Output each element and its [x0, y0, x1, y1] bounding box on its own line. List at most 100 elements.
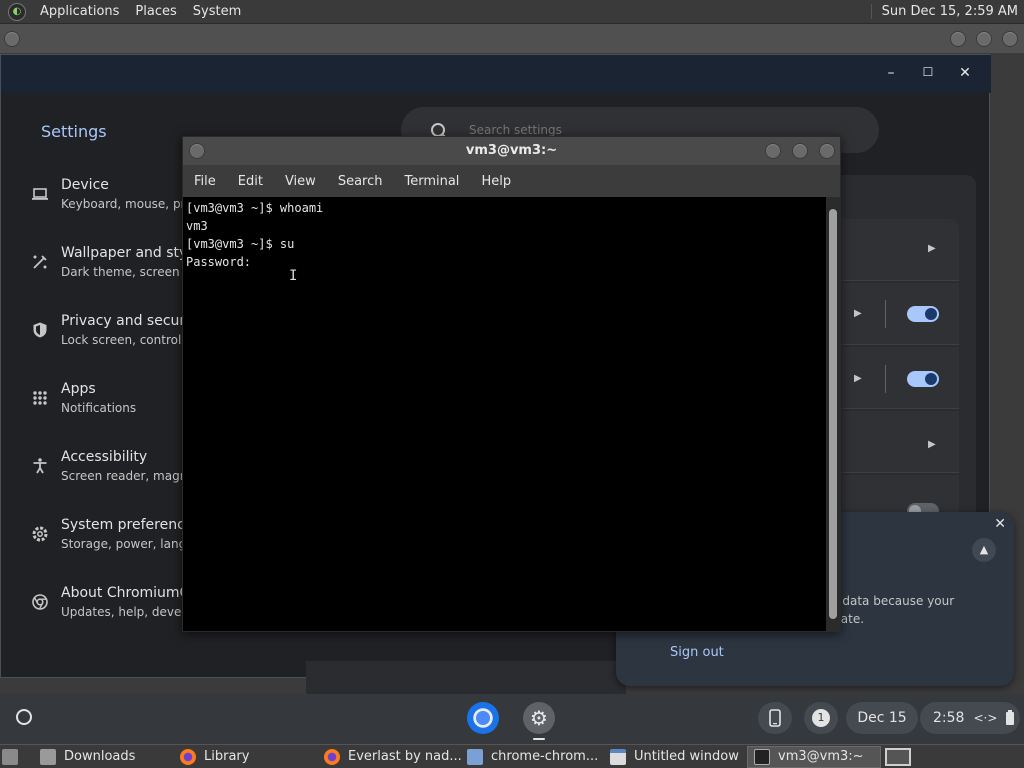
shield-icon [31, 321, 49, 339]
minimize-circle-icon[interactable] [765, 143, 781, 159]
panel-clock[interactable]: Sun Dec 15, 2:59 AM [870, 4, 1024, 19]
desktop-icon [2, 748, 18, 765]
notification-message-line: ur data because your [826, 594, 955, 608]
terminal-menubar: File Edit View Search Terminal Help [183, 165, 840, 197]
phone-icon [769, 709, 781, 727]
date-tray[interactable]: Dec 15 [846, 702, 918, 734]
maximize-circle-icon[interactable] [976, 31, 992, 47]
nav-system-preferences[interactable]: System preferences Storage, power, langu [1, 517, 201, 567]
task-label: Untitled window [634, 749, 739, 764]
notification-message: ur data because your l date. [826, 592, 1006, 628]
terminal-titlebar[interactable]: vm3@vm3:~ [183, 137, 840, 165]
toggle-switch-on[interactable] [907, 371, 939, 387]
app-window-icon [467, 748, 483, 765]
chromeos-shelf: ⚙ 1 Dec 15 2:58 <·> [0, 694, 1024, 744]
toggle-switch-on[interactable] [907, 306, 939, 322]
window-icon [610, 748, 626, 765]
search-input[interactable] [469, 123, 829, 137]
notification-counter-button[interactable]: 1 [804, 702, 838, 734]
terminal-line: [vm3@vm3 ~]$ whoami [186, 201, 324, 215]
settings-row[interactable]: ▶ [821, 411, 959, 473]
task-terminal[interactable]: vm3@vm3:~ [747, 745, 881, 768]
show-desktop-button[interactable] [0, 746, 34, 768]
nav-subtitle: Notifications [61, 401, 137, 415]
nav-subtitle: Lock screen, controls [61, 333, 188, 347]
chrome-icon[interactable] [467, 702, 499, 734]
close-icon[interactable]: ✕ [994, 516, 1006, 532]
launcher-button[interactable] [8, 701, 40, 733]
window-menu-icon[interactable] [4, 31, 20, 47]
nav-apps[interactable]: Apps Notifications [1, 381, 186, 431]
terminal-output[interactable]: [vm3@vm3 ~]$ whoami vm3 [vm3@vm3 ~]$ su … [183, 197, 826, 631]
nav-title: Device [61, 177, 109, 193]
nav-title: Apps [61, 381, 96, 397]
menu-system[interactable]: System [185, 0, 249, 24]
settings-title: Settings [41, 122, 107, 141]
maximize-circle-icon[interactable] [792, 143, 808, 159]
settings-row-toggle[interactable]: ▶ [821, 347, 959, 409]
menu-terminal[interactable]: Terminal [393, 174, 470, 189]
terminal-icon [754, 748, 770, 765]
menu-file[interactable]: File [183, 174, 227, 189]
workspace-icon [885, 747, 911, 766]
maximize-button[interactable]: ☐ [919, 65, 937, 79]
settings-row[interactable]: ▶ [821, 219, 959, 281]
text-cursor-icon: I [289, 268, 298, 284]
paint-brush-icon [31, 253, 49, 271]
close-circle-icon[interactable] [1002, 31, 1018, 47]
menu-edit[interactable]: Edit [227, 174, 274, 189]
active-app-indicator [533, 738, 545, 740]
sign-out-button[interactable]: Sign out [670, 645, 724, 660]
nav-accessibility[interactable]: Accessibility Screen reader, magn [1, 449, 188, 499]
notification-message-line: l date. [826, 612, 865, 626]
task-label: Library [204, 749, 250, 764]
minimize-circle-icon[interactable] [950, 31, 966, 47]
settings-app-icon[interactable]: ⚙ [523, 702, 555, 734]
network-icon: <·> [973, 711, 998, 725]
menu-help[interactable]: Help [470, 174, 522, 189]
top-panel: ◐ Applications Places System Sun Dec 15,… [0, 0, 1024, 24]
menu-search[interactable]: Search [327, 174, 394, 189]
workspace-switcher[interactable] [885, 746, 925, 768]
settings-row-toggle[interactable]: ▶ [821, 283, 959, 345]
search-icon [431, 123, 445, 137]
close-button[interactable]: ✕ [956, 65, 974, 81]
accessibility-icon [31, 457, 49, 475]
nav-about-chromiumos[interactable]: About ChromiumOS Updates, help, develo [1, 585, 199, 635]
terminal-window: vm3@vm3:~ File Edit View Search Terminal… [182, 136, 841, 632]
nav-privacy[interactable]: Privacy and security Lock screen, contro… [1, 313, 203, 363]
status-tray[interactable]: 2:58 <·> [920, 702, 1020, 734]
nav-subtitle: Storage, power, langu [61, 537, 194, 551]
menu-places[interactable]: Places [127, 0, 184, 24]
minimize-button[interactable]: – [882, 65, 900, 81]
battery-icon [1006, 710, 1015, 725]
task-label: chrome-chrom... [491, 749, 599, 764]
task-everlast[interactable]: Everlast by nad... [318, 746, 461, 768]
menu-view[interactable]: View [274, 174, 327, 189]
nav-device[interactable]: Device Keyboard, mouse, pr [1, 177, 186, 227]
task-library[interactable]: Library [174, 746, 318, 768]
window-menu-icon[interactable] [189, 143, 205, 159]
laptop-icon [31, 185, 49, 203]
vm-titlebar[interactable] [0, 24, 1024, 54]
settings-titlebar[interactable]: – ☐ ✕ [1, 55, 991, 93]
nav-wallpaper[interactable]: Wallpaper and style Dark theme, screen s [1, 245, 200, 295]
task-chrome[interactable]: chrome-chrom... [461, 746, 604, 768]
nav-title: Accessibility [61, 449, 148, 465]
nav-subtitle: Screen reader, magn [61, 469, 188, 483]
terminal-scrollbar[interactable] [826, 197, 840, 631]
nav-subtitle: Dark theme, screen s [61, 265, 190, 279]
settings-row-toggle[interactable] [821, 475, 959, 519]
task-untitled-window[interactable]: Untitled window [604, 746, 747, 768]
task-downloads[interactable]: Downloads [34, 746, 174, 768]
phone-hub-button[interactable] [758, 702, 792, 734]
menu-applications[interactable]: Applications [32, 0, 127, 24]
close-circle-icon[interactable] [819, 143, 835, 159]
gnome-foot-icon[interactable]: ◐ [8, 2, 26, 21]
scrollbar-thumb[interactable] [829, 209, 837, 619]
row-divider [885, 300, 886, 328]
chevron-up-icon[interactable]: ▲ [972, 538, 996, 562]
task-label: Everlast by nad... [348, 749, 461, 764]
folder-icon [40, 748, 56, 765]
notification-count-badge: 1 [812, 709, 830, 727]
